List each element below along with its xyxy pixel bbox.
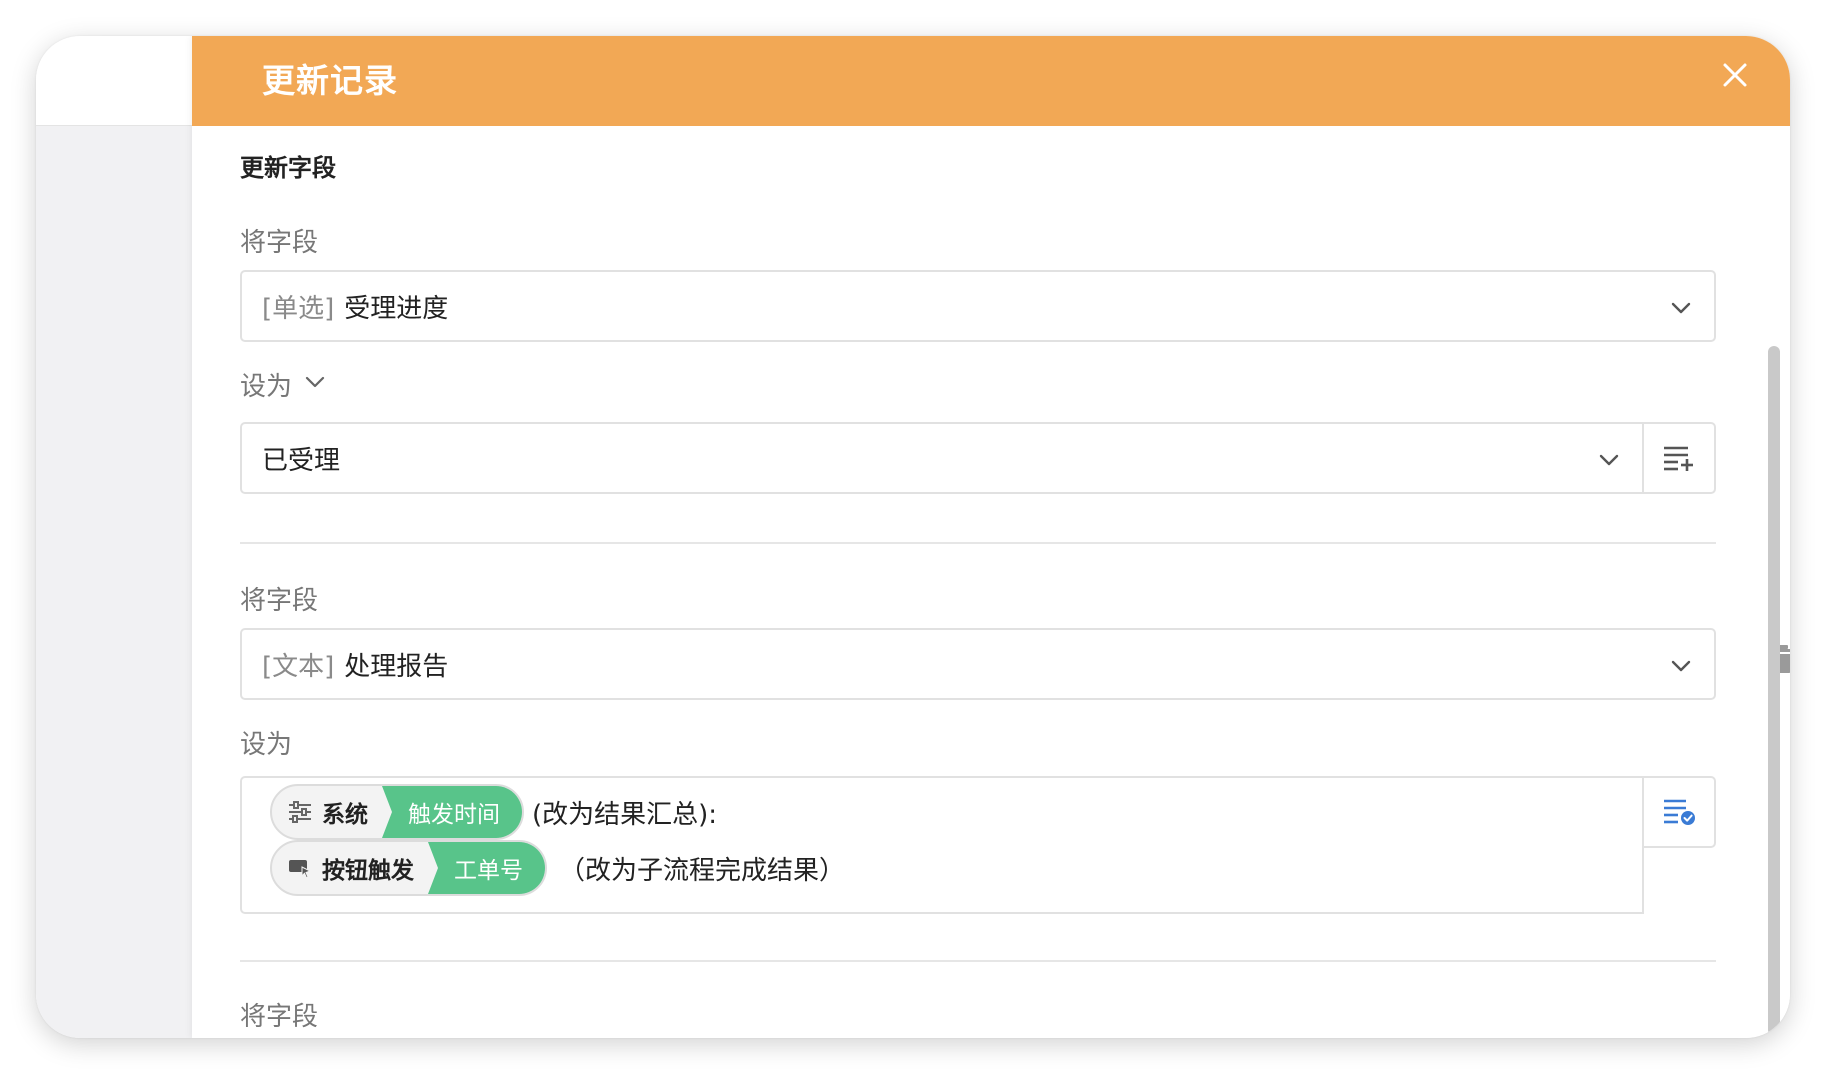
formula-line: 系统 触发时间 (改为结果汇总): xyxy=(270,784,717,840)
panel-header: 更新记录 xyxy=(192,36,1790,126)
dialog-window: 更新记录 更新字段 将字段 [单选] 受理进度 设为 已受理 将字段 [文本] … xyxy=(36,36,1790,1038)
list-add-button[interactable] xyxy=(1642,424,1714,492)
close-icon xyxy=(1723,63,1747,87)
section-title: 更新字段 xyxy=(240,154,336,182)
field-type-prefix: [单选] xyxy=(262,293,335,324)
set-value: 已受理 xyxy=(262,445,341,476)
field-name: 受理进度 xyxy=(344,293,449,324)
rule-divider xyxy=(240,960,1716,962)
rule2-set-label: 设为 xyxy=(240,730,293,760)
rule3-field-label: 将字段 xyxy=(240,1002,319,1032)
chip-source: 系统 xyxy=(272,786,382,838)
background-sidebar xyxy=(36,36,192,1038)
rule1-set-mode-toggle[interactable]: 设为 xyxy=(240,366,326,403)
list-add-icon xyxy=(1664,446,1693,471)
field-token-chip[interactable]: 系统 触发时间 xyxy=(270,784,524,840)
rule1-field-select[interactable]: [单选] 受理进度 xyxy=(240,270,1716,342)
rule1-value-select-group: 已受理 xyxy=(240,422,1716,494)
rule1-set-label: 设为 xyxy=(240,372,293,402)
formula-text: （改为子流程完成结果） xyxy=(559,855,846,886)
formula-line: 按钮触发 工单号 （改为子流程完成结果） xyxy=(270,840,845,896)
scrollbar[interactable] xyxy=(1768,346,1780,1036)
chevron-down-icon xyxy=(1598,448,1620,478)
formula-text: (改为结果汇总): xyxy=(532,799,718,830)
rule-divider xyxy=(240,542,1716,544)
rule1-field-label: 将字段 xyxy=(240,228,319,258)
rule2-formula-editor[interactable]: 系统 触发时间 (改为结果汇总): 按钮触发 工单号 （改为子流程完成结果） xyxy=(240,776,1644,914)
rule1-value-select[interactable]: 已受理 xyxy=(242,424,1644,492)
chevron-down-icon xyxy=(1670,654,1692,684)
close-button[interactable] xyxy=(1718,58,1752,92)
list-check-icon xyxy=(1664,799,1695,825)
chip-source: 按钮触发 xyxy=(272,842,428,894)
rule2-field-select[interactable]: [文本] 处理报告 xyxy=(240,628,1716,700)
list-check-button[interactable] xyxy=(1642,776,1716,848)
chip-source-label: 按钮触发 xyxy=(322,858,414,884)
field-type-prefix: [文本] xyxy=(262,651,335,682)
background-sidebar-header xyxy=(36,36,192,126)
field-token-chip[interactable]: 按钮触发 工单号 xyxy=(270,840,547,896)
chevron-down-icon xyxy=(304,370,326,400)
rule2-field-label: 将字段 xyxy=(240,586,319,616)
chip-field-label: 触发时间 xyxy=(382,786,522,838)
chevron-down-icon xyxy=(1670,296,1692,326)
chip-source-label: 系统 xyxy=(322,802,368,828)
chip-field-label: 工单号 xyxy=(428,842,545,894)
field-name: 处理报告 xyxy=(344,651,449,682)
update-record-panel: 更新记录 更新字段 将字段 [单选] 受理进度 设为 已受理 将字段 [文本] … xyxy=(192,36,1790,1038)
sliders-icon xyxy=(288,801,312,823)
cursor-button-icon xyxy=(288,857,312,879)
panel-title: 更新记录 xyxy=(262,61,398,100)
